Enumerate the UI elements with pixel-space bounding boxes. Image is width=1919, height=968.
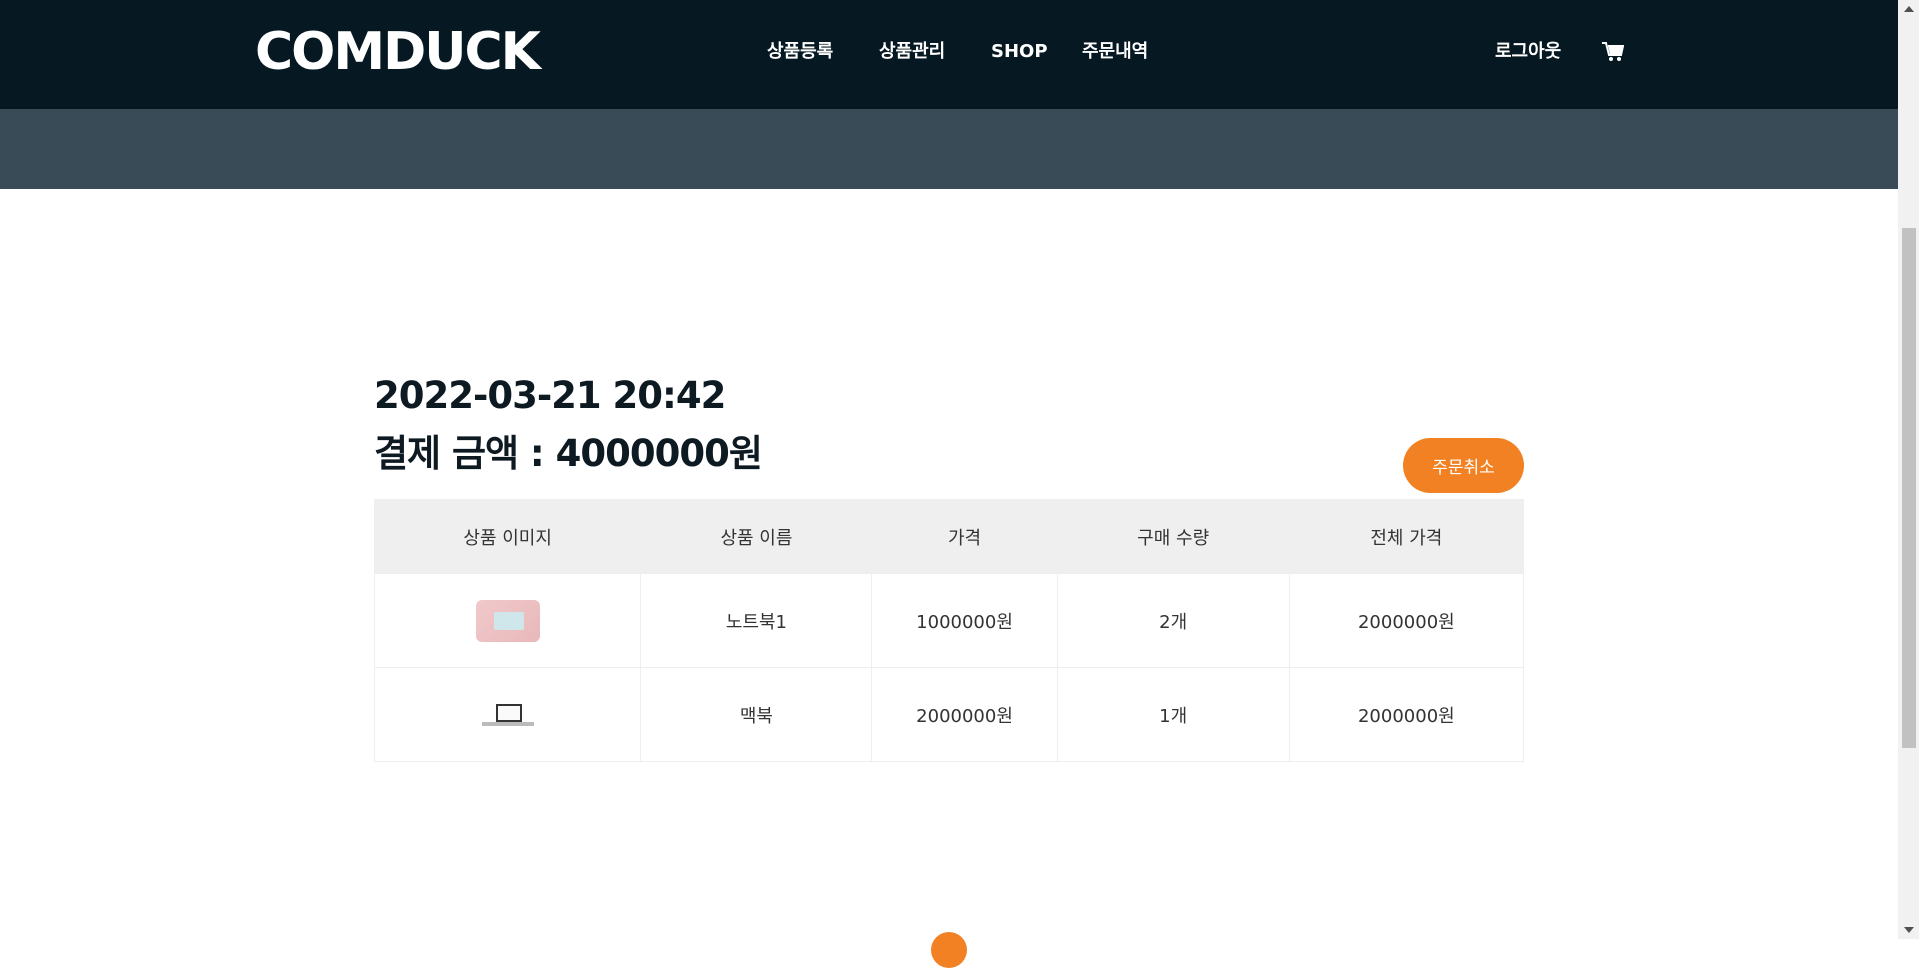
nav-item-product-manage[interactable]: 상품관리 bbox=[879, 40, 945, 64]
column-header-price: 가격 bbox=[871, 499, 1058, 574]
nav-item-product-register[interactable]: 상품등록 bbox=[767, 40, 833, 64]
table-row: 맥북 2000000원 1개 2000000원 bbox=[373, 667, 1525, 762]
vertical-scrollbar[interactable] bbox=[1898, 0, 1919, 939]
logout-link[interactable]: 로그아웃 bbox=[1495, 40, 1561, 64]
product-total: 2000000원 bbox=[1288, 573, 1525, 668]
scroll-down-arrow-icon[interactable] bbox=[1904, 927, 1914, 933]
site-logo[interactable]: COMDUCK bbox=[255, 20, 541, 84]
product-total: 2000000원 bbox=[1288, 667, 1525, 762]
scroll-up-arrow-icon[interactable] bbox=[1904, 6, 1914, 12]
notebook-thumbnail[interactable] bbox=[475, 599, 540, 642]
product-image-cell bbox=[373, 573, 642, 668]
nav-item-order-history[interactable]: 주문내역 bbox=[1082, 40, 1148, 64]
product-price: 1000000원 bbox=[871, 573, 1058, 668]
product-quantity: 2개 bbox=[1056, 573, 1290, 668]
product-price: 2000000원 bbox=[871, 667, 1058, 762]
top-navigation-bar: COMDUCK 상품등록 상품관리 SHOP 주문내역 로그아웃 bbox=[0, 0, 1898, 109]
column-header-image: 상품 이미지 bbox=[373, 499, 642, 574]
product-name: 노트북1 bbox=[640, 573, 873, 668]
nav-item-shop[interactable]: SHOP bbox=[991, 40, 1048, 64]
page-banner bbox=[0, 109, 1898, 189]
table-row: 노트북1 1000000원 2개 2000000원 bbox=[373, 573, 1525, 668]
cart-icon[interactable] bbox=[1602, 42, 1624, 62]
order-total-amount: 결제 금액 : 4000000원 bbox=[374, 432, 763, 475]
cancel-order-button[interactable]: 주문취소 bbox=[1403, 438, 1524, 493]
pagination-dot[interactable] bbox=[931, 932, 967, 968]
product-image-cell bbox=[373, 667, 642, 762]
table-header-row: 상품 이미지 상품 이름 가격 구매 수량 전체 가격 bbox=[373, 499, 1525, 574]
column-header-name: 상품 이름 bbox=[640, 499, 873, 574]
product-quantity: 1개 bbox=[1056, 667, 1290, 762]
column-header-total: 전체 가격 bbox=[1288, 499, 1525, 574]
order-date: 2022-03-21 20:42 bbox=[374, 374, 726, 417]
column-header-quantity: 구매 수량 bbox=[1056, 499, 1290, 574]
scrollbar-thumb[interactable] bbox=[1902, 228, 1916, 748]
macbook-thumbnail[interactable] bbox=[475, 693, 540, 736]
product-name: 맥북 bbox=[640, 667, 873, 762]
order-items-table: 상품 이미지 상품 이름 가격 구매 수량 전체 가격 노트북1 1000000… bbox=[373, 499, 1525, 762]
